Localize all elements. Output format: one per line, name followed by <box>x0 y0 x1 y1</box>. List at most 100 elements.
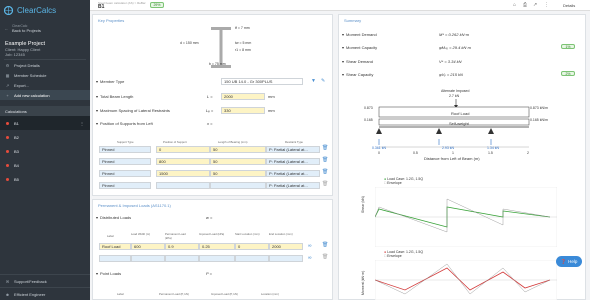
imposed-load-input[interactable] <box>199 255 235 262</box>
sidebar-item-project-details[interactable]: ⚙ Project Details <box>0 60 90 70</box>
delete-icon[interactable]: 🗑 <box>322 146 328 151</box>
permanent-load-input[interactable] <box>165 255 199 262</box>
support-position-input[interactable]: 1500 <box>156 170 210 177</box>
support-type-select[interactable]: Pinned <box>99 158 151 165</box>
reaction-label: 0.361 kN <box>372 146 387 150</box>
roof-load-label: Roof Load <box>451 111 470 116</box>
start-location-input[interactable] <box>235 255 269 262</box>
supports-row: ▾ Position of Supports from Left <box>96 121 153 126</box>
support-position-input[interactable]: 800 <box>156 158 210 165</box>
load-width-input[interactable]: 600 <box>131 243 165 250</box>
calc-item-b2[interactable]: B2 <box>0 130 90 144</box>
help-label: Help <box>568 259 578 264</box>
sidebar-bottom: ✉ Support/Feedback ☻ Efficient Engineer <box>0 274 90 300</box>
chevron-down-icon[interactable]: ▾ <box>96 121 98 126</box>
axis-tick: 1 <box>452 151 454 155</box>
delete-icon[interactable]: 🗑 <box>322 243 328 248</box>
member-type-select[interactable]: 150 UB 14.0 - Gr 300PLUS <box>221 78 303 85</box>
more-icon[interactable]: ⋮ <box>80 121 84 126</box>
restraint-type-select[interactable]: P: Partial (Lateral at... <box>266 182 320 189</box>
dim-d: d = 150 mm <box>180 41 199 45</box>
support-bearing-input[interactable]: 50 <box>210 170 266 177</box>
delete-icon[interactable]: 🗑 <box>322 255 328 260</box>
restraint-type-select[interactable]: P: Partial (Lateral at... <box>266 170 320 177</box>
sidebar-item-export[interactable]: ↗ Export... <box>0 80 90 90</box>
end-location-input[interactable] <box>269 255 303 262</box>
calc-item-b1[interactable]: B1 ⋮ <box>0 116 90 130</box>
link-icon[interactable]: ∞ <box>308 255 312 261</box>
summary-label: Shear Demand <box>346 59 373 64</box>
support-type-select[interactable]: Pinned <box>99 182 151 189</box>
more-icon[interactable]: ⋮ <box>544 2 549 8</box>
member-type-row: ▾ Member Type <box>96 79 124 84</box>
load-label-input[interactable] <box>99 255 131 262</box>
calc-item-b3[interactable]: B3 <box>0 144 90 158</box>
support-type-select[interactable]: Pinned <box>99 170 151 177</box>
chevron-down-icon[interactable]: ▾ <box>342 72 344 77</box>
edit-icon[interactable]: ✎ <box>321 78 325 84</box>
delete-icon[interactable]: 🗑 <box>322 170 328 175</box>
sidebar-item-add-calculation[interactable]: + Add new calculation <box>0 90 90 100</box>
arrow-left-icon: ← <box>4 25 9 31</box>
link-icon[interactable]: ∞ <box>308 243 312 249</box>
sidebar-item-member-schedule[interactable]: ▦ Member Schedule <box>0 70 90 80</box>
print-icon[interactable]: ⎙ <box>523 2 527 8</box>
back-to-projects-link[interactable]: ← ClearCalc Back to Projects <box>0 21 90 35</box>
chevron-down-icon[interactable]: ▾ <box>342 32 344 37</box>
total-length-row: ▾ Total Beam Length <box>96 94 133 99</box>
chevron-down-icon[interactable]: ▾ <box>342 59 344 64</box>
load-width-input[interactable] <box>131 255 165 262</box>
export-icon: ↗ <box>5 82 10 88</box>
reaction-label: 2.93 kN <box>442 146 455 150</box>
summary-value: φVᵥ = 215 kN <box>439 72 463 77</box>
status-dot <box>6 135 9 139</box>
support-type-select[interactable]: Pinned <box>99 146 151 153</box>
chevron-down-icon[interactable]: ▾ <box>96 94 98 99</box>
user-menu[interactable]: ☻ Efficient Engineer <box>0 287 90 300</box>
support-bearing-input[interactable]: 50 <box>210 146 266 153</box>
support-bearing-input[interactable] <box>210 182 266 189</box>
distance-axis-label: Distance from Left of Beam (m) <box>424 156 480 161</box>
filter-icon[interactable]: ▼ <box>311 78 316 84</box>
point-symbol: P = <box>206 271 212 276</box>
total-length-input[interactable]: 2000 <box>221 93 265 100</box>
moment-chart <box>375 260 557 300</box>
support-marker <box>436 128 442 134</box>
max-spacing-input[interactable]: 330 <box>221 107 265 114</box>
share-icon[interactable]: ↗ <box>533 2 537 8</box>
chevron-down-icon[interactable]: ▾ <box>96 79 98 84</box>
shear-axis-label: Shear (kN) <box>361 196 365 213</box>
calc-item-b5[interactable]: B5 <box>0 172 90 186</box>
restraint-type-select[interactable]: P: Partial (Lateral at... <box>266 146 320 153</box>
chevron-down-icon[interactable]: ▾ <box>96 108 98 113</box>
gear-icon: ⚙ <box>5 62 10 68</box>
permanent-load-input[interactable]: 0.9 <box>165 243 199 250</box>
max-spacing-symbol: Lₑ = <box>206 108 214 113</box>
load-label-input[interactable]: Roof Load <box>99 243 131 250</box>
chevron-down-icon[interactable]: ▾ <box>342 45 344 50</box>
chevron-down-icon[interactable]: ▾ <box>96 271 98 276</box>
start-location-input[interactable]: 0 <box>235 243 269 250</box>
calc-item-b4[interactable]: B4 <box>0 158 90 172</box>
max-spacing-row: ▾ Maximum Spacing of Lateral Restraints <box>96 108 170 113</box>
summary-value: M* = 0.262 kN·m <box>439 32 470 37</box>
support-feedback-link[interactable]: ✉ Support/Feedback <box>0 274 90 287</box>
home-icon[interactable]: ⌂ <box>513 2 516 8</box>
help-button[interactable]: ❓ Help <box>556 256 582 267</box>
status-dot <box>6 177 9 181</box>
col-header-restraint: Restraint Type <box>285 140 303 144</box>
restraint-type-select[interactable]: P: Partial (Lateral at... <box>266 158 320 165</box>
legend-swatch: □ <box>384 254 387 258</box>
details-button[interactable]: Details <box>563 3 575 8</box>
legend-swatch: □ <box>384 181 387 185</box>
support-bearing-input[interactable]: 50 <box>210 158 266 165</box>
delete-icon[interactable]: 🗑 <box>322 182 328 187</box>
delete-icon[interactable]: 🗑 <box>322 158 328 163</box>
end-location-input[interactable]: 2000 <box>269 243 303 250</box>
imposed-load-input[interactable]: 0.25 <box>199 243 235 250</box>
logo[interactable]: ClearCalcs <box>0 0 90 21</box>
sidebar-item-label: Member Schedule <box>14 72 47 78</box>
support-position-input[interactable] <box>156 182 210 189</box>
chevron-down-icon[interactable]: ▾ <box>96 215 98 220</box>
support-position-input[interactable]: 0 <box>156 146 210 153</box>
